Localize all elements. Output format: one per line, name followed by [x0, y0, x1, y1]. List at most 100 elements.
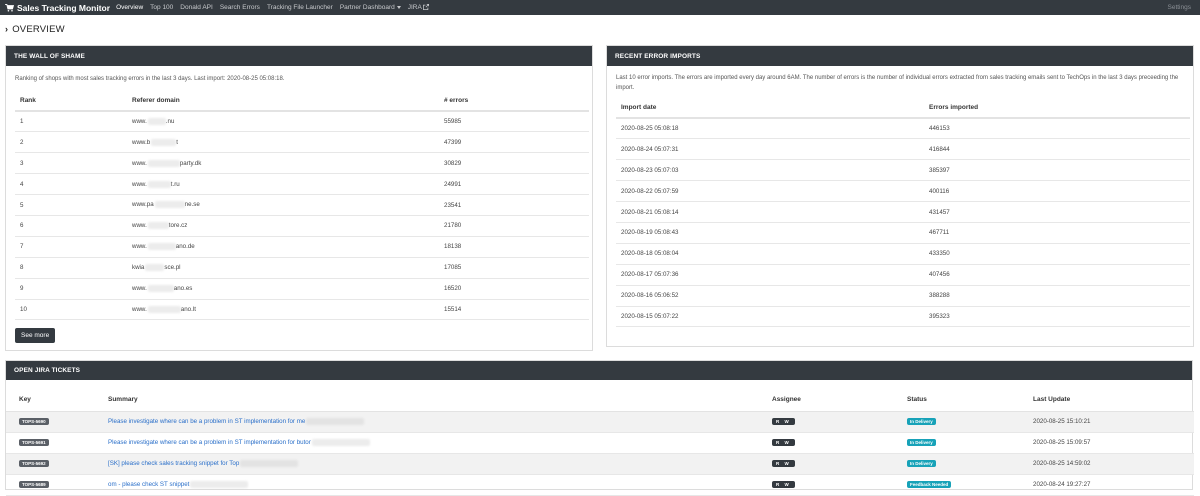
redacted-blur	[154, 201, 185, 209]
ticket-key-badge[interactable]: TOPS-5691	[19, 439, 49, 446]
jira-tickets-card: OPEN JIRA TICKETS Key Summary Assignee S…	[5, 360, 1194, 496]
summary-cell: Please investigate where can be a proble…	[95, 411, 759, 433]
col-key: Key	[6, 389, 95, 412]
redacted-blur	[240, 459, 299, 467]
import-date-cell: 2020-08-18 05:08:04	[616, 243, 924, 265]
wall-of-shame-description: Ranking of shops with most sales trackin…	[15, 76, 285, 82]
table-row: TOPS-5690 Please investigate where can be…	[6, 411, 1194, 433]
ticket-summary-link[interactable]: om - please check ST snippet	[108, 481, 189, 488]
col-summary: Summary	[95, 389, 759, 412]
import-date-cell: 2020-08-23 05:07:03	[616, 159, 924, 182]
cart-icon	[5, 3, 14, 12]
domain-prefix: kwia	[132, 264, 145, 272]
errors-imported-cell: 388288	[924, 285, 1190, 307]
ticket-key-badge[interactable]: TOPS-5689	[19, 481, 49, 488]
redacted-blur	[151, 138, 177, 146]
see-more-button[interactable]: See more	[15, 328, 56, 343]
table-row: 2 www.b t 47399	[15, 131, 589, 154]
domain-cell: www. ano.es	[127, 278, 439, 300]
assignee-badge: R W	[772, 481, 795, 488]
nav-jira[interactable]: JIRA	[408, 4, 429, 11]
key-cell: TOPS-5689	[6, 474, 95, 496]
domain-cell: www. ano.lt	[127, 299, 439, 321]
last-update-cell: 2020-08-25 14:59:02	[1020, 453, 1194, 475]
domain-prefix: www.	[132, 159, 147, 167]
domain-suffix: ano.es	[173, 285, 193, 293]
ticket-key-badge[interactable]: TOPS-5692	[19, 460, 49, 467]
table-row: 5 www.pa ne.se 23541	[15, 194, 589, 216]
domain-cell: kwia sce.pl	[127, 257, 439, 279]
domain-suffix: party.dk	[179, 159, 202, 167]
ticket-summary-link[interactable]: Please investigate where can be a proble…	[108, 418, 305, 425]
table-row: 10 www. ano.lt 15514	[15, 299, 589, 321]
last-update-cell: 2020-08-25 15:09:57	[1020, 432, 1194, 454]
errors-imported-cell: 431457	[924, 201, 1190, 223]
table-row: 2020-08-15 05:07:22 395323	[616, 306, 1190, 328]
errors-cell: 16520	[439, 278, 589, 300]
errors-imported-cell: 400116	[924, 180, 1190, 203]
status-cell: In Delivery	[894, 411, 1020, 433]
redacted-blur	[147, 222, 169, 230]
recent-imports-table: Import date Errors imported 2020-08-25 0…	[616, 97, 1190, 328]
nav-partner-dashboard[interactable]: Partner Dashboard	[340, 4, 401, 11]
nav-search-errors[interactable]: Search Errors	[220, 4, 260, 11]
rank-cell: 6	[15, 215, 127, 237]
ticket-key-badge[interactable]: TOPS-5690	[19, 418, 49, 425]
table-row: 2020-08-21 05:08:14 431457	[616, 201, 1190, 223]
table-header-row: Rank Referer domain # errors	[15, 90, 589, 112]
table-row: TOPS-5691 Please investigate where can be…	[6, 432, 1194, 454]
domain-suffix: ne.se	[184, 201, 200, 209]
col-assignee: Assignee	[759, 389, 894, 412]
redacted-blur	[147, 180, 171, 188]
chevron-right-icon: ›	[5, 24, 9, 34]
redacted-blur	[306, 417, 365, 425]
table-row: 2020-08-22 05:07:59 400116	[616, 180, 1190, 203]
nav-settings[interactable]: Settings	[1168, 4, 1192, 11]
redacted-blur	[147, 159, 180, 167]
brand[interactable]: Sales Tracking Monitor	[5, 3, 110, 13]
import-date-cell: 2020-08-25 05:08:18	[616, 118, 924, 140]
status-badge: In Delivery	[907, 439, 936, 446]
external-link-icon	[422, 4, 429, 10]
errors-imported-cell: 407456	[924, 264, 1190, 286]
nav-overview[interactable]: Overview	[116, 4, 143, 11]
status-cell: In Delivery	[894, 432, 1020, 454]
table-row: 8 kwia sce.pl 17085	[15, 257, 589, 279]
import-date-cell: 2020-08-16 05:06:52	[616, 285, 924, 307]
nav-top-100[interactable]: Top 100	[150, 4, 173, 11]
domain-prefix: www.	[132, 285, 147, 293]
domain-cell: www. .nu	[127, 111, 439, 133]
table-row: 2020-08-16 05:06:52 388288	[616, 285, 1190, 307]
page-title-text: OVERVIEW	[12, 23, 65, 35]
wall-of-shame-card: THE WALL OF SHAME Ranking of shops with …	[5, 45, 593, 351]
domain-suffix: t.ru	[170, 180, 180, 188]
ticket-summary-link[interactable]: Please investigate where can be a proble…	[108, 439, 311, 446]
redacted-blur	[147, 118, 166, 126]
errors-imported-cell: 416844	[924, 138, 1190, 161]
brand-label: Sales Tracking Monitor	[17, 2, 111, 13]
rank-cell: 2	[15, 131, 127, 154]
table-row: TOPS-5689 om - please check ST snippet R W…	[6, 474, 1194, 496]
recent-imports-description: Last 10 error imports. The errors are im…	[616, 75, 1179, 91]
key-cell: TOPS-5690	[6, 411, 95, 433]
domain-suffix: t	[176, 138, 178, 146]
rank-cell: 3	[15, 152, 127, 175]
table-row: 9 www. ano.es 16520	[15, 278, 589, 300]
rank-cell: 5	[15, 194, 127, 216]
nav-tracking-file-launcher[interactable]: Tracking File Launcher	[267, 4, 333, 11]
col-rank: Rank	[15, 90, 127, 112]
errors-imported-cell: 467711	[924, 222, 1190, 244]
summary-cell: om - please check ST snippet	[95, 474, 759, 496]
errors-cell: 24991	[439, 173, 589, 196]
errors-cell: 47399	[439, 131, 589, 154]
table-row: 3 www. party.dk 30829	[15, 152, 589, 175]
table-row: 2020-08-24 05:07:31 416844	[616, 138, 1190, 161]
domain-cell: www. party.dk	[127, 152, 439, 175]
wall-of-shame-header: THE WALL OF SHAME	[6, 46, 592, 66]
ticket-summary-link[interactable]: [SK] please check sales tracking snippet…	[108, 460, 239, 467]
nav-donald-api[interactable]: Donald API	[180, 4, 213, 11]
col-errors: # errors	[439, 90, 589, 112]
errors-cell: 18138	[439, 236, 589, 258]
errors-imported-cell: 395323	[924, 306, 1190, 328]
table-row: 2020-08-18 05:08:04 433350	[616, 243, 1190, 265]
